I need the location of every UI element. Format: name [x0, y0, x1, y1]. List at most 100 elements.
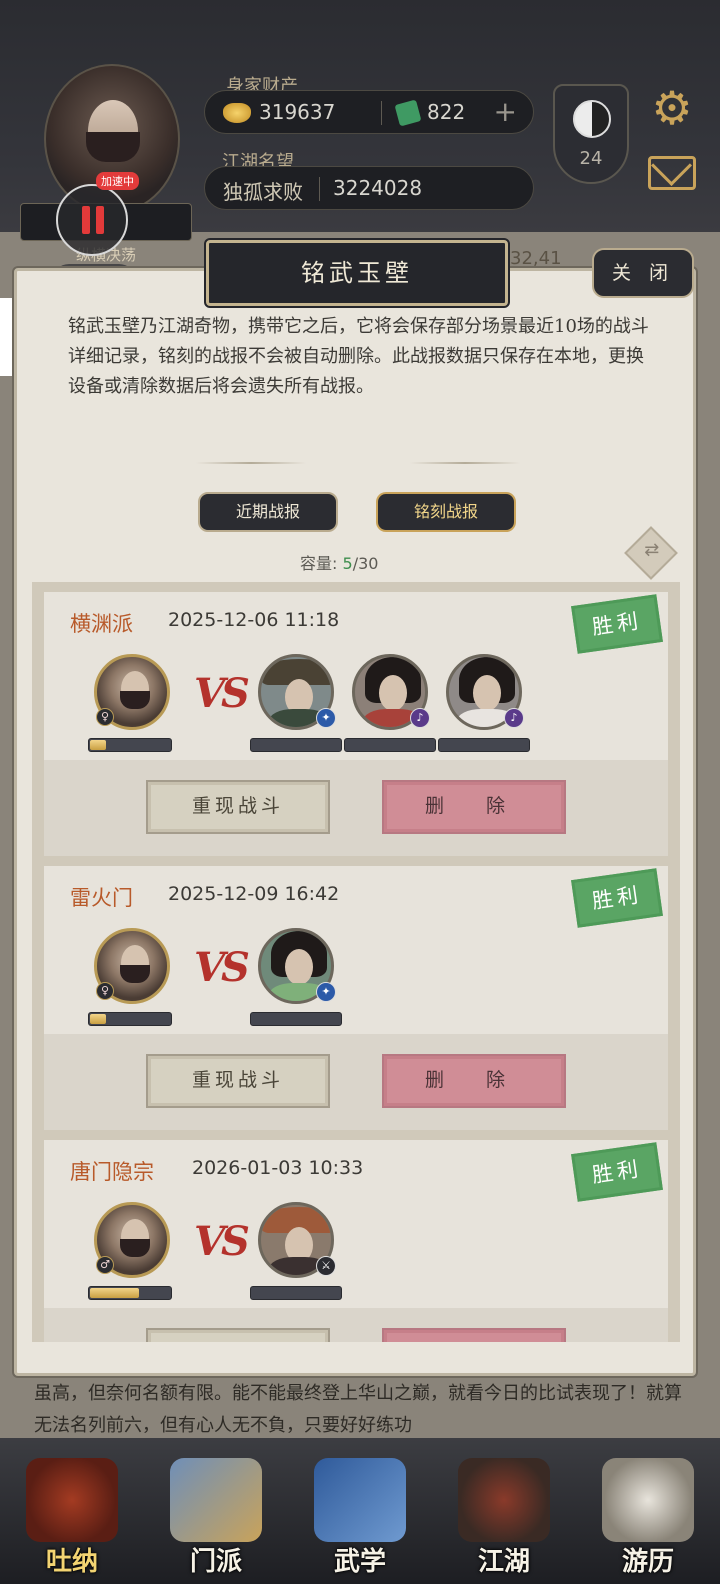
- capacity-label: 容量:: [300, 554, 338, 573]
- report-card-actions: 重现战斗 删 除: [44, 1034, 668, 1130]
- report-time: 2025-12-06 11:18: [168, 609, 340, 631]
- replay-battle-button[interactable]: 重现战斗: [146, 1054, 330, 1108]
- player-hp-bar: [88, 1012, 172, 1026]
- nav-label: 武学: [333, 1547, 386, 1577]
- hp-fill: [90, 1288, 140, 1298]
- class-icon: ♪: [504, 708, 524, 728]
- nav-travel[interactable]: 游历: [576, 1438, 720, 1584]
- dialog-title: 铭武玉壁: [206, 240, 508, 306]
- report-time: 2025-12-09 16:42: [168, 883, 340, 905]
- victory-stamp: 胜利: [571, 868, 663, 928]
- report-card-top: 唐门隐宗 2026-01-03 10:33 胜利 ♂ VS ⚔: [44, 1140, 668, 1308]
- capacity-total: /30: [352, 554, 379, 573]
- nav-tuna[interactable]: 吐纳: [0, 1438, 144, 1584]
- female-icon: ♀: [96, 708, 114, 726]
- enemy-hp-bar: [250, 738, 342, 752]
- replay-battle-button[interactable]: 重现战斗: [146, 780, 330, 834]
- level-badge[interactable]: 24: [553, 84, 629, 184]
- gold-ingot-icon: [223, 103, 251, 123]
- opponent-sect: 唐门隐宗: [70, 1160, 154, 1184]
- portrait-face: [285, 949, 313, 985]
- enemy-hp-bar: [344, 738, 436, 752]
- female-icon: ♀: [96, 982, 114, 1000]
- divider: [319, 177, 320, 201]
- class-icon: ✦: [316, 982, 336, 1002]
- gold-amount: 319637: [259, 100, 336, 124]
- fame-bar: 独孤求败 3224028: [204, 166, 534, 210]
- hp-fill: [90, 1014, 107, 1024]
- portrait-mask: [120, 691, 150, 709]
- banner-icon: [170, 1458, 262, 1542]
- book-icon: [314, 1458, 406, 1542]
- vs-mark: VS: [194, 1218, 250, 1265]
- nav-label: 江湖: [477, 1547, 530, 1577]
- taiji-icon: [573, 100, 611, 138]
- gear-icon[interactable]: ⚙: [648, 84, 696, 132]
- hat-icon: [458, 1458, 550, 1542]
- delete-report-button[interactable]: 删 除: [382, 1054, 566, 1108]
- dialog-description: 铭武玉壁乃江湖奇物，携带它之后，它将会保存部分场景最近10场的战斗详细记录，铭刻…: [68, 316, 649, 397]
- ornament-divider: [410, 462, 520, 464]
- capacity-counter: 容量: 5/30: [300, 550, 378, 574]
- portrait-face: [473, 675, 501, 711]
- report-card: 唐门隐宗 2026-01-03 10:33 胜利 ♂ VS ⚔ 重现战斗 删 除: [44, 1140, 668, 1342]
- report-card-top: 雷火门 2025-12-09 16:42 胜利 ♀ VS ✦: [44, 866, 668, 1034]
- player-hp-bar: [88, 1286, 172, 1300]
- class-icon: ♪: [410, 708, 430, 728]
- report-list[interactable]: 横渊派 2025-12-06 11:18 胜利 ♀ VS ✦ ♪ ♪ 重现战斗 …: [32, 582, 680, 1342]
- pause-icon: [82, 206, 90, 234]
- class-icon: ✦: [316, 708, 336, 728]
- class-icon: ⚔: [316, 1256, 336, 1276]
- male-icon: ♂: [96, 1256, 114, 1274]
- add-currency-button[interactable]: +: [494, 95, 517, 128]
- vs-mark: VS: [194, 670, 250, 717]
- ornament-divider: [196, 462, 306, 464]
- enemy-hp-bar: [250, 1012, 342, 1026]
- portrait-face: [379, 675, 407, 711]
- story-text: 虽高，但奈何名额有限。能不能最终登上华山之巅，就看今日的比试表现了！就算无法名列…: [34, 1383, 682, 1436]
- victory-stamp: 胜利: [571, 1142, 663, 1202]
- opponent-sect: 雷火门: [70, 886, 133, 910]
- close-button[interactable]: 关 闭: [592, 248, 694, 298]
- player-hp-bar: [88, 738, 172, 752]
- portrait-mask: [120, 965, 150, 983]
- pause-icon-bar: [96, 206, 104, 234]
- hp-fill: [90, 740, 107, 750]
- tab-recent-reports[interactable]: 近期战报: [198, 492, 338, 532]
- accel-badge: 加速中: [96, 172, 139, 190]
- jade-icon: [394, 99, 422, 127]
- capacity-used: 5: [342, 554, 353, 573]
- tab-engraved-reports[interactable]: 铭刻战报: [376, 492, 516, 532]
- divider: [381, 101, 382, 125]
- wealth-bar: 319637 822 +: [204, 90, 534, 134]
- delete-report-button[interactable]: 删 除: [382, 1328, 566, 1342]
- report-card: 横渊派 2025-12-06 11:18 胜利 ♀ VS ✦ ♪ ♪ 重现战斗 …: [44, 592, 668, 856]
- score-peek: 32,41: [510, 248, 562, 269]
- report-card-actions: 重现战斗 删 除: [44, 1308, 668, 1342]
- report-card-top: 横渊派 2025-12-06 11:18 胜利 ♀ VS ✦ ♪ ♪: [44, 592, 668, 760]
- nav-sect[interactable]: 门派: [144, 1438, 288, 1584]
- pause-button[interactable]: [56, 184, 128, 256]
- report-card-actions: 重现战斗 删 除: [44, 760, 668, 856]
- horse-icon: [602, 1458, 694, 1542]
- gourd-icon: [26, 1458, 118, 1542]
- fame-title: 独孤求败: [223, 180, 303, 204]
- nav-label: 游历: [621, 1547, 674, 1577]
- report-card: 雷火门 2025-12-09 16:42 胜利 ♀ VS ✦ 重现战斗 删 除: [44, 866, 668, 1130]
- portrait-mask: [120, 1239, 150, 1257]
- opponent-sect: 横渊派: [70, 612, 133, 636]
- enemy-hp-bar: [250, 1286, 342, 1300]
- replay-battle-button[interactable]: 重现战斗: [146, 1328, 330, 1342]
- vs-mark: VS: [194, 944, 250, 991]
- nav-label: 吐纳: [45, 1547, 98, 1577]
- avatar-mask: [86, 132, 140, 162]
- jade-amount: 822: [427, 100, 466, 124]
- bottom-nav: 吐纳 门派 武学 江湖 游历: [0, 1438, 720, 1584]
- nav-martial[interactable]: 武学: [288, 1438, 432, 1584]
- mail-icon[interactable]: [648, 156, 696, 190]
- delete-report-button[interactable]: 删 除: [382, 780, 566, 834]
- nav-jianghu[interactable]: 江湖: [432, 1438, 576, 1584]
- report-time: 2026-01-03 10:33: [192, 1157, 364, 1179]
- enemy-hp-bar: [438, 738, 530, 752]
- level-number: 24: [579, 148, 603, 169]
